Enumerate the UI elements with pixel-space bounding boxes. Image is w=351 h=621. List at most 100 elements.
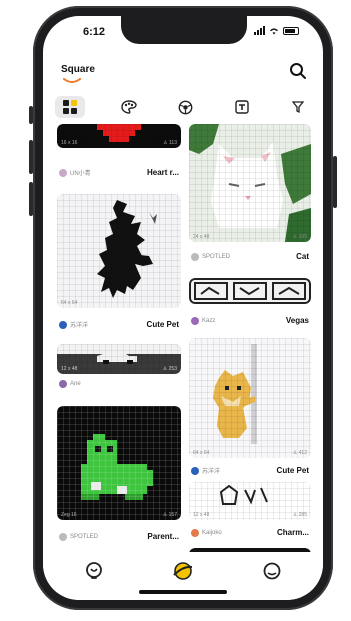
notch xyxy=(121,16,247,44)
post-author[interactable]: 苏洋洋 xyxy=(59,320,88,329)
title-underline xyxy=(63,78,81,83)
post-author[interactable]: 苏洋洋 xyxy=(191,466,220,475)
post-card-charm[interactable]: 12 x 48 ♙ 285 xyxy=(189,482,311,520)
tab-ball[interactable] xyxy=(172,96,198,118)
post-meta: 12 x 48 ♙ 253 xyxy=(61,366,177,372)
bulb-icon xyxy=(86,562,102,579)
avatar xyxy=(59,532,67,541)
like-count: 285 xyxy=(298,512,307,518)
pixel-grid xyxy=(57,194,181,308)
avatar xyxy=(191,252,199,261)
tab-palette[interactable] xyxy=(116,96,142,118)
author-name: Kaijoko xyxy=(202,529,222,536)
author-name: UN小青 xyxy=(70,171,91,177)
author-name: Ane xyxy=(70,381,81,387)
nav-bulb[interactable] xyxy=(83,560,105,582)
post-card-vegas[interactable] xyxy=(189,278,311,304)
post-meta: 16 x 16 ♙ 113 xyxy=(61,140,177,146)
grid-icon xyxy=(63,100,77,114)
post-author[interactable]: SPOTLED xyxy=(191,252,231,261)
volume-up-button xyxy=(29,140,33,174)
post-meta: 64 x 64 ♙ 412 xyxy=(193,450,307,456)
post-likes: ♙ 285 xyxy=(293,512,307,518)
like-count: 157 xyxy=(168,512,177,518)
like-icon: ♙ xyxy=(163,140,168,146)
post-info-cat: SPOTLED Cat xyxy=(191,252,309,261)
post-likes: ♙ 253 xyxy=(163,366,177,372)
planet-icon xyxy=(173,562,193,580)
vegas-pixel-art xyxy=(194,282,306,300)
post-author[interactable]: SPOTLED xyxy=(59,532,98,541)
post-title: Charm... xyxy=(276,528,309,537)
avatar xyxy=(191,316,199,325)
like-icon: ♙ xyxy=(292,234,298,240)
post-info-vegas: Kazz Vegas xyxy=(191,316,309,325)
battery-icon xyxy=(283,26,299,35)
post-size: 12 x 48 xyxy=(61,366,78,372)
post-meta: 12 x 48 ♙ 285 xyxy=(193,512,307,518)
bottom-nav xyxy=(43,552,323,600)
post-likes: ♙ 412 xyxy=(293,450,307,456)
author-name: 苏洋洋 xyxy=(202,469,221,475)
post-card-doge[interactable]: 64 x 64 ♙ 412 xyxy=(189,338,311,458)
post-info-frog: SPOTLED Parent... xyxy=(59,532,179,541)
post-likes: ♙ 113 xyxy=(163,140,177,146)
tab-filter[interactable] xyxy=(285,96,311,118)
like-icon: ♙ xyxy=(162,512,168,518)
pixel-grid xyxy=(189,124,311,242)
palette-icon xyxy=(120,100,137,114)
post-info-heart: UN小青 Heart r... xyxy=(59,168,179,177)
post-artwork: 12 x 48 ♙ 285 xyxy=(189,482,311,520)
phone-frame: 6:12 Square 16 x 16 ♙ 113 UN小青 Heart r..… xyxy=(29,6,337,610)
post-size: Zeg 16 xyxy=(61,512,77,518)
like-icon: ♙ xyxy=(162,366,168,372)
post-info-car: Ane xyxy=(59,380,179,388)
post-title: Vegas xyxy=(285,316,309,325)
avatar xyxy=(191,466,199,475)
author-name: 苏洋洋 xyxy=(70,323,89,329)
category-tabs xyxy=(55,94,311,120)
like-count: 105 xyxy=(298,234,307,240)
signal-icon xyxy=(254,26,265,35)
post-title: Cat xyxy=(296,252,309,261)
silent-switch xyxy=(29,106,33,124)
post-card-car[interactable]: 12 x 48 ♙ 253 xyxy=(57,344,181,374)
avatar xyxy=(59,168,67,177)
tab-grid[interactable] xyxy=(55,96,85,118)
post-author[interactable]: Ane xyxy=(59,380,81,388)
author-name: SPOTLED xyxy=(202,253,231,260)
post-meta: 24 x 48 ♙ 105 xyxy=(193,234,307,240)
post-meta: 64 x 64 xyxy=(61,300,177,306)
post-card-cutepet-1[interactable]: 64 x 64 xyxy=(57,194,181,308)
filter-icon xyxy=(292,101,304,114)
post-author[interactable]: UN小青 xyxy=(59,168,91,177)
screen: 6:12 Square 16 x 16 ♙ 113 UN小青 Heart r..… xyxy=(43,16,323,600)
nav-profile[interactable] xyxy=(261,560,283,582)
post-card-heart[interactable]: 16 x 16 ♙ 113 xyxy=(57,124,181,148)
post-artwork: 12 x 48 ♙ 253 xyxy=(57,344,181,374)
post-author[interactable]: Kaijoko xyxy=(191,528,222,537)
post-card-frog[interactable]: Zeg 16 ♙ 157 xyxy=(57,406,181,520)
post-author[interactable]: Kazz xyxy=(191,316,215,325)
like-count: 113 xyxy=(169,140,177,146)
post-artwork xyxy=(189,278,311,304)
frame-icon xyxy=(234,100,249,114)
post-likes: ♙ 105 xyxy=(293,234,307,240)
post-info-doge: 苏洋洋 Cute Pet xyxy=(191,466,309,475)
nav-planet[interactable] xyxy=(172,560,194,582)
status-time: 6:12 xyxy=(83,26,106,38)
avatar xyxy=(191,528,199,537)
post-artwork: 16 x 16 ♙ 113 xyxy=(57,124,181,148)
pixel-grid xyxy=(57,406,181,520)
tab-frame[interactable] xyxy=(229,96,255,118)
post-title: Parent... xyxy=(147,532,179,541)
like-count: 412 xyxy=(298,450,307,456)
profile-icon xyxy=(263,562,281,580)
post-card-cat[interactable]: 24 x 48 ♙ 105 xyxy=(189,124,311,242)
page-title: Square xyxy=(61,64,95,75)
post-size: 16 x 16 xyxy=(61,140,78,146)
like-icon: ♙ xyxy=(292,450,298,456)
volume-down-button xyxy=(29,182,33,216)
search-icon[interactable] xyxy=(289,62,307,80)
home-indicator[interactable] xyxy=(139,590,227,594)
